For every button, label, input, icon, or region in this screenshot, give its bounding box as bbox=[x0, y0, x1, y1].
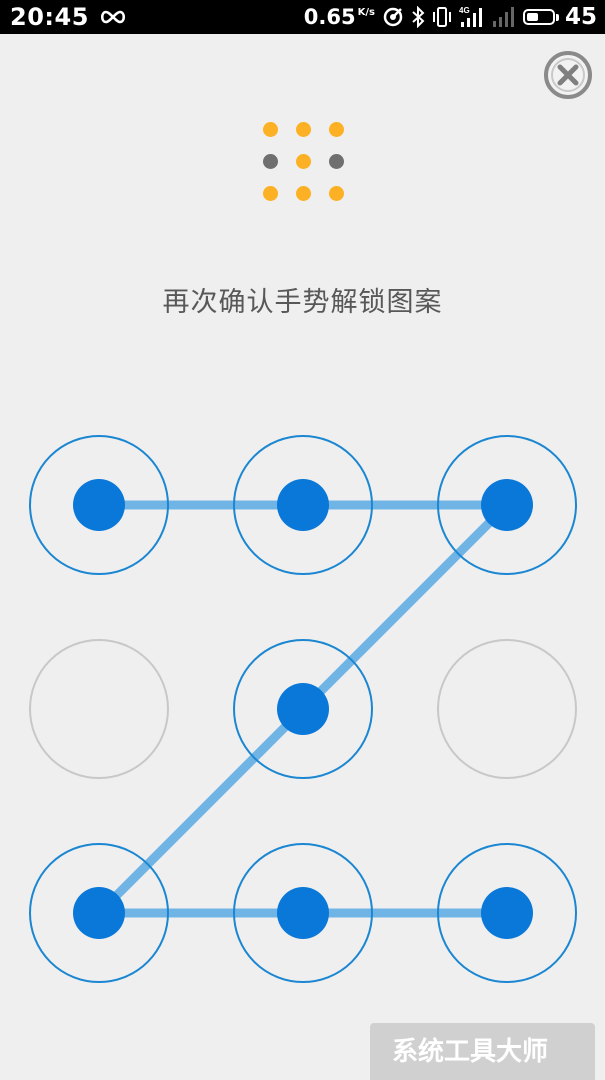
watermark: 系统工具大师 bbox=[370, 1023, 595, 1080]
pattern-node-dot bbox=[73, 479, 125, 531]
pattern-node-6[interactable] bbox=[437, 639, 577, 779]
pattern-node-dot bbox=[277, 683, 329, 735]
pattern-node-dot bbox=[73, 887, 125, 939]
pattern-path-segment bbox=[94, 704, 308, 918]
pattern-node-dot bbox=[481, 887, 533, 939]
pattern-node-dot bbox=[277, 479, 329, 531]
pattern-lock-grid[interactable] bbox=[0, 0, 605, 1080]
pattern-node-5[interactable] bbox=[233, 639, 373, 779]
pattern-node-dot bbox=[277, 887, 329, 939]
pattern-node-4[interactable] bbox=[29, 639, 169, 779]
watermark-text: 系统工具大师 bbox=[392, 1037, 549, 1067]
pattern-node-dot bbox=[481, 479, 533, 531]
pattern-node-ring bbox=[29, 639, 169, 779]
pattern-path-segment bbox=[298, 500, 512, 714]
pattern-node-ring bbox=[437, 639, 577, 779]
